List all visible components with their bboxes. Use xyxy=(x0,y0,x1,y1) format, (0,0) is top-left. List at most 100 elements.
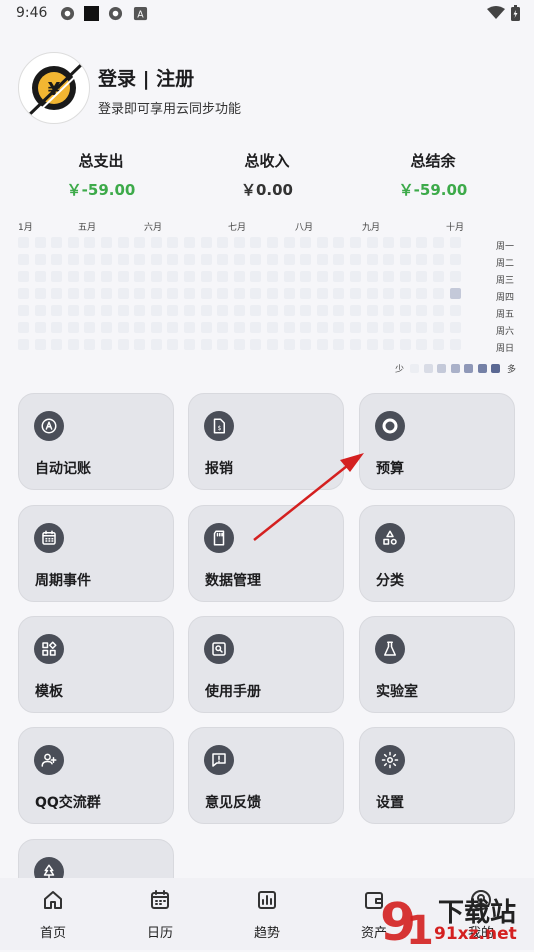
heatmap-cell xyxy=(101,305,112,316)
heatmap-cell xyxy=(233,322,245,333)
heatmap-cell xyxy=(134,305,146,316)
heatmap-cell xyxy=(416,339,428,350)
heatmap-cell xyxy=(51,322,63,333)
nav-item-1[interactable]: 首页 xyxy=(13,888,93,941)
nav-item-2[interactable]: 日历 xyxy=(120,888,200,941)
feature-card-9[interactable]: 实验室 xyxy=(359,616,515,713)
heatmap-cell xyxy=(333,271,345,282)
heatmap-cell xyxy=(150,339,162,350)
stat-label: 总收入 xyxy=(244,152,290,170)
nav-item-3[interactable]: 趋势 xyxy=(227,888,307,941)
heatmap-cell xyxy=(366,305,378,316)
feature-card-11[interactable]: 意见反馈 xyxy=(188,727,344,824)
heatmap-cell xyxy=(383,339,395,350)
legend-less: 少 xyxy=(395,365,405,375)
stat-label: 总结余 xyxy=(410,152,456,170)
heatmap-cell xyxy=(67,339,79,350)
heatmap-cell xyxy=(350,322,361,333)
gear-icon xyxy=(375,745,405,775)
heatmap-cell xyxy=(117,339,129,350)
feature-card-8[interactable]: 使用手册 xyxy=(188,616,344,713)
day-label: 周三 xyxy=(496,276,515,286)
heatmap-cell xyxy=(101,237,112,248)
feature-card-12[interactable]: 设置 xyxy=(359,727,515,824)
profile-header[interactable]: ¥ 登录 | 注册 登录即可享用云同步功能 xyxy=(18,52,518,127)
heatmap-cell xyxy=(217,237,229,248)
heatmap-cell xyxy=(134,339,146,350)
month-label: 七月 xyxy=(228,223,247,233)
heatmap-cell xyxy=(399,339,411,350)
battery-icon xyxy=(511,5,520,21)
heatmap-cell xyxy=(150,288,162,299)
heatmap-cell xyxy=(250,271,262,282)
heatmap-cell xyxy=(18,254,29,265)
heatmap-cell xyxy=(267,237,278,248)
heatmap-cell xyxy=(283,305,295,316)
heatmap-cell xyxy=(217,254,229,265)
heatmap-cell xyxy=(167,322,179,333)
heatmap-cell xyxy=(449,288,461,299)
heatmap-cell xyxy=(34,305,46,316)
watermark: 9 1 下载站 91xz.net xyxy=(378,888,528,952)
heatmap-cell xyxy=(350,237,361,248)
nav-label: 日历 xyxy=(146,926,173,941)
svg-text:$: $ xyxy=(217,425,221,432)
heatmap-cell xyxy=(449,305,461,316)
legend-more: 多 xyxy=(507,365,517,375)
feature-label: 使用手册 xyxy=(205,684,261,700)
heatmap-cell xyxy=(399,271,411,282)
month-label: 六月 xyxy=(144,223,163,233)
auto-letter-a-icon xyxy=(34,411,64,441)
stat-total-expense: 总支出 ￥-59.00 xyxy=(36,150,166,200)
heatmap-cell xyxy=(316,254,328,265)
heatmap-cell xyxy=(117,288,129,299)
feature-card-7[interactable]: 模板 xyxy=(18,616,174,713)
heatmap-cell xyxy=(51,305,63,316)
feature-label: 报销 xyxy=(205,461,233,477)
heatmap-cell xyxy=(267,254,278,265)
app-notification-icon xyxy=(60,6,75,21)
heatmap-cell xyxy=(150,322,162,333)
heatmap-cell xyxy=(184,237,195,248)
heatmap-cell xyxy=(449,237,461,248)
feature-card-1[interactable]: 自动记账 xyxy=(18,393,174,490)
heatmap-cell xyxy=(217,339,229,350)
feature-card-3[interactable]: 预算 xyxy=(359,393,515,490)
heatmap-cell xyxy=(300,339,312,350)
heatmap-cell xyxy=(449,339,461,350)
heatmap-cell xyxy=(300,322,312,333)
heatmap-cell xyxy=(250,254,262,265)
login-register-title[interactable]: 登录 | 注册 xyxy=(98,64,194,91)
heatmap-cell xyxy=(300,271,312,282)
heatmap-cell xyxy=(333,237,345,248)
heatmap-cell xyxy=(167,237,179,248)
feature-card-10[interactable]: QQ交流群 xyxy=(18,727,174,824)
chart-icon xyxy=(227,888,307,916)
heatmap-cell xyxy=(316,322,328,333)
heatmap-cell xyxy=(316,271,328,282)
stat-label: 总支出 xyxy=(78,152,124,170)
heatmap-cell xyxy=(449,254,461,265)
heatmap-cell xyxy=(416,322,428,333)
month-label: 五月 xyxy=(78,223,97,233)
heatmap-cell xyxy=(267,339,278,350)
heatmap-cell xyxy=(433,237,444,248)
heatmap-cell xyxy=(350,305,361,316)
heatmap-cell xyxy=(316,288,328,299)
feature-card-5[interactable]: 数据管理 xyxy=(188,505,344,602)
avatar[interactable]: ¥ xyxy=(18,52,90,124)
heatmap-cell xyxy=(433,305,444,316)
heatmap-cell xyxy=(101,322,112,333)
feature-label: 设置 xyxy=(376,795,404,811)
heatmap-cell xyxy=(366,288,378,299)
heatmap-cell xyxy=(134,254,146,265)
heatmap-cell xyxy=(101,339,112,350)
feature-card-2[interactable]: $ 报销 xyxy=(188,393,344,490)
heatmap-cell xyxy=(233,254,245,265)
heatmap-cell xyxy=(51,288,63,299)
heatmap-cell xyxy=(200,254,212,265)
heatmap-cell xyxy=(51,254,63,265)
feature-card-6[interactable]: 分类 xyxy=(359,505,515,602)
heatmap-cell xyxy=(333,254,345,265)
feature-card-4[interactable]: 周期事件 xyxy=(18,505,174,602)
